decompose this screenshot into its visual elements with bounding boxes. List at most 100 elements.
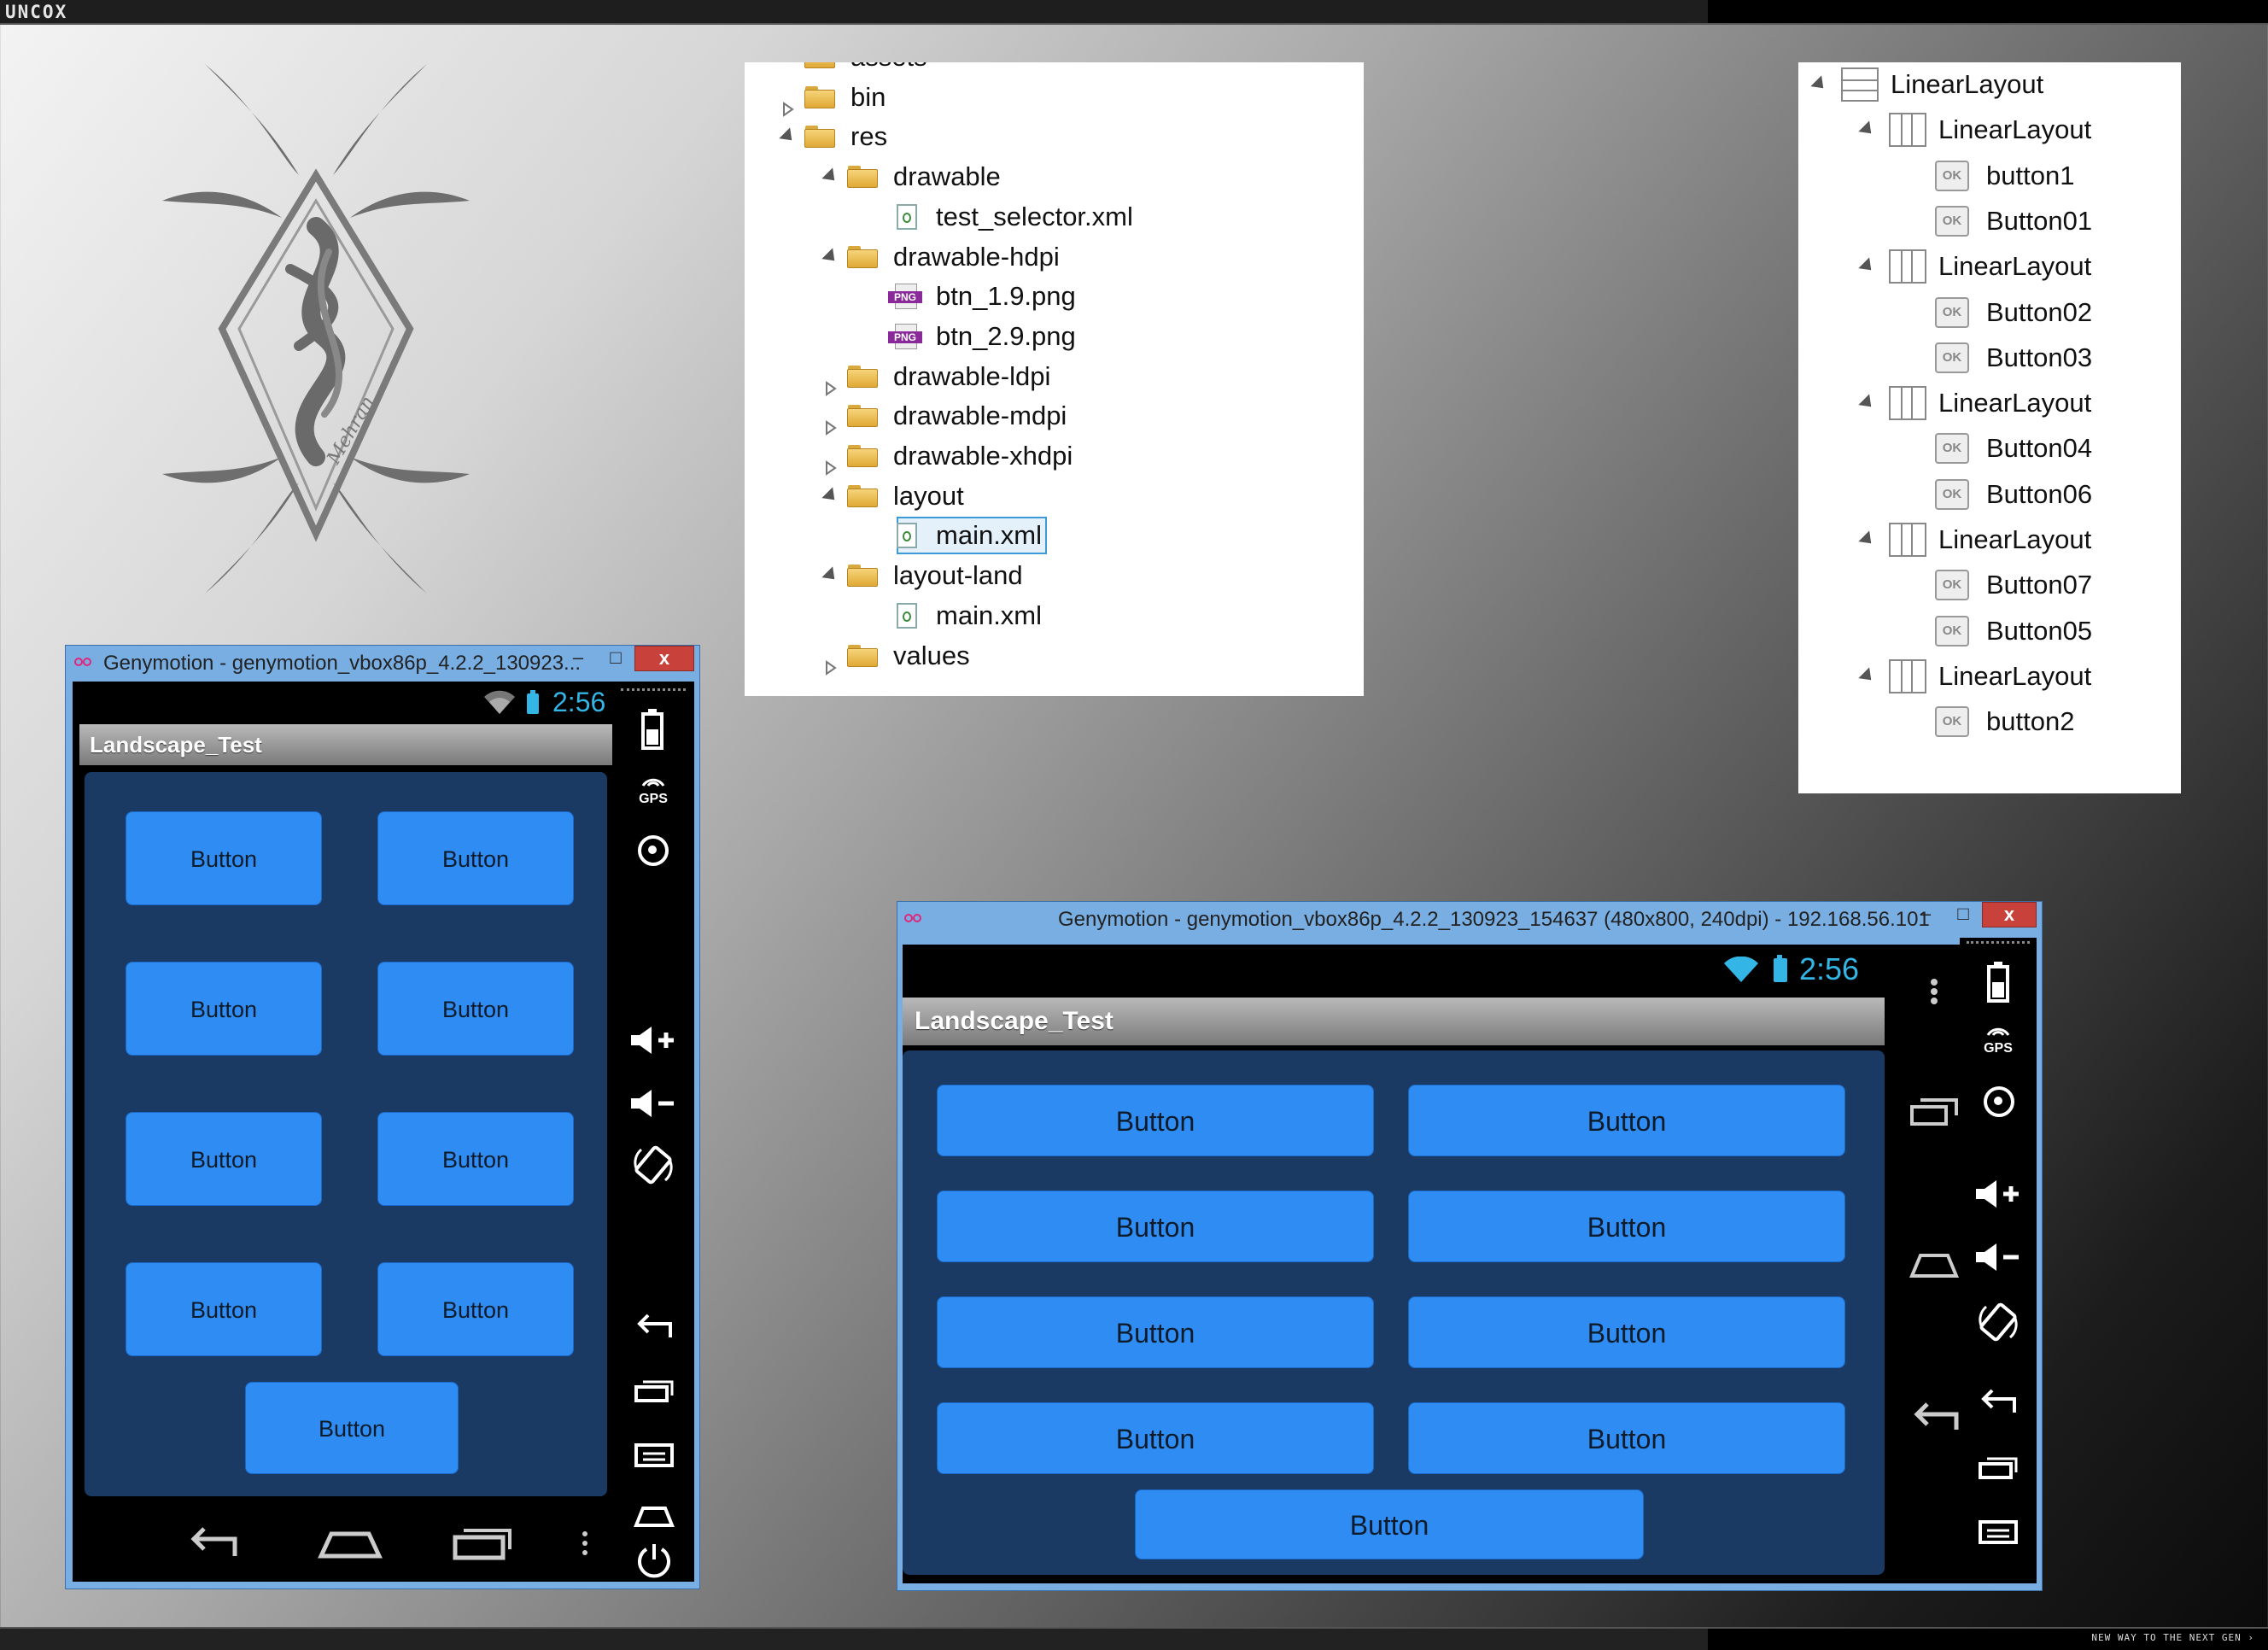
maximize-button[interactable]: □ <box>1944 902 1982 927</box>
layout-button[interactable]: Button <box>1408 1296 1845 1368</box>
volume-down-icon[interactable] <box>1973 1240 2024 1274</box>
expand-open-icon[interactable] <box>1858 120 1877 139</box>
expand-open-icon[interactable] <box>1858 257 1877 276</box>
battery-sidebar-icon[interactable] <box>638 707 667 752</box>
sidebar-back-icon[interactable] <box>633 1310 675 1344</box>
expand-open-icon[interactable] <box>779 127 798 146</box>
project-tree-item[interactable]: assets <box>745 62 1364 76</box>
home-icon[interactable] <box>1909 1243 1960 1286</box>
outline-button-item[interactable]: OK Button04 <box>1798 430 2181 467</box>
device-screen[interactable]: 2:56 Landscape_Test Button Button Button Bu… <box>73 682 612 1582</box>
project-tree-item[interactable]: layout <box>745 477 1364 515</box>
outline-layout-item[interactable]: LinearLayout <box>1798 111 2181 149</box>
close-button[interactable]: x <box>1982 902 2037 927</box>
outline-button-item[interactable]: OK Button07 <box>1798 566 2181 604</box>
layout-button[interactable]: Button <box>377 962 574 1056</box>
outline-button-item[interactable]: OK Button03 <box>1798 339 2181 377</box>
maximize-button[interactable]: □ <box>597 646 634 671</box>
volume-up-icon[interactable] <box>628 1023 679 1057</box>
gps-icon[interactable]: GPS <box>628 774 679 807</box>
sidebar-menu-icon[interactable] <box>633 1438 675 1472</box>
layout-button[interactable]: Button <box>377 1112 574 1206</box>
outline-button-item[interactable]: OK Button02 <box>1798 294 2181 331</box>
layout-button[interactable]: Button <box>126 1112 322 1206</box>
sidebar-menu-icon[interactable] <box>1977 1515 2020 1549</box>
project-tree-item[interactable]: drawable-hdpi <box>745 238 1364 276</box>
expand-open-icon[interactable] <box>821 167 840 186</box>
close-button[interactable]: x <box>634 646 694 671</box>
outline-layout-item[interactable]: LinearLayout <box>1798 658 2181 695</box>
layout-button[interactable]: Button <box>126 811 322 905</box>
back-icon[interactable] <box>1909 1397 1960 1440</box>
layout-button[interactable]: Button <box>1408 1085 1845 1156</box>
outline-layout-item[interactable]: LinearLayout <box>1798 66 2181 103</box>
project-tree-item[interactable]: layout-land <box>745 557 1364 594</box>
layout-button[interactable]: Button <box>126 962 322 1056</box>
expand-open-icon[interactable] <box>821 247 840 266</box>
sidebar-recent-apps-icon[interactable] <box>633 1373 675 1407</box>
expand-open-icon[interactable] <box>1858 394 1877 412</box>
expand-open-icon[interactable] <box>821 487 840 506</box>
recent-apps-icon[interactable] <box>448 1522 517 1565</box>
rotate-icon[interactable] <box>1978 1300 2019 1344</box>
portrait-emulator-window[interactable]: Genymotion - genymotion_vbox86p_4.2.2_13… <box>65 645 700 1589</box>
volume-up-icon[interactable] <box>1973 1177 2024 1211</box>
outline-button-item[interactable]: OK Button05 <box>1798 612 2181 650</box>
camera-icon[interactable] <box>638 835 669 866</box>
outline-button-item[interactable]: OK button1 <box>1798 157 2181 195</box>
expand-open-icon[interactable] <box>1810 75 1829 94</box>
sidebar-home-icon[interactable] <box>633 1501 675 1530</box>
layout-button[interactable]: Button <box>377 1262 574 1356</box>
volume-down-icon[interactable] <box>628 1086 679 1120</box>
outline-button-item[interactable]: OK button2 <box>1798 703 2181 740</box>
project-tree-item[interactable]: test_selector.xml <box>745 198 1364 236</box>
expand-open-icon[interactable] <box>1858 667 1877 686</box>
layout-button[interactable]: Button <box>1408 1402 1845 1474</box>
expand-open-icon[interactable] <box>821 566 840 585</box>
project-tree-item[interactable]: drawable-ldpi <box>745 358 1364 396</box>
outline-button-item[interactable]: OK Button06 <box>1798 476 2181 513</box>
gps-icon[interactable]: GPS <box>1973 1023 2024 1056</box>
overflow-menu-icon[interactable] <box>1926 970 1943 1013</box>
project-tree-item[interactable]: values <box>745 637 1364 676</box>
layout-button[interactable]: Button <box>1135 1489 1644 1559</box>
camera-icon[interactable] <box>1984 1086 2014 1117</box>
project-tree-item[interactable]: bin <box>745 79 1364 117</box>
project-tree-item[interactable]: main.xml <box>745 517 1364 555</box>
minimize-button[interactable]: – <box>559 646 597 671</box>
landscape-emulator-window[interactable]: Genymotion - genymotion_vbox86p_4.2.2_13… <box>897 901 2043 1591</box>
project-tree-item[interactable]: PNG btn_1.9.png <box>745 278 1364 315</box>
overflow-menu-icon[interactable] <box>576 1522 593 1565</box>
layout-button[interactable]: Button <box>937 1191 1374 1262</box>
minimize-button[interactable]: – <box>1907 902 1944 927</box>
outline-tree: LinearLayout LinearLayout OK button1 OK Butto… <box>1798 62 2181 793</box>
outline-layout-item[interactable]: LinearLayout <box>1798 521 2181 559</box>
project-tree-item[interactable]: PNG btn_2.9.png <box>745 318 1364 355</box>
layout-button[interactable]: Button <box>377 811 574 905</box>
layout-button[interactable]: Button <box>937 1085 1374 1156</box>
device-screen[interactable]: 2:56 Landscape_Test Button Button Button Bu… <box>903 945 1909 1583</box>
project-tree-item[interactable]: drawable-mdpi <box>745 397 1364 436</box>
recent-apps-icon[interactable] <box>1909 1090 1960 1132</box>
project-tree-item[interactable]: drawable-xhdpi <box>745 437 1364 476</box>
home-icon[interactable] <box>316 1522 384 1565</box>
layout-button[interactable]: Button <box>937 1402 1374 1474</box>
battery-sidebar-icon[interactable] <box>1984 960 2013 1004</box>
expand-open-icon[interactable] <box>1858 530 1877 549</box>
project-tree-item[interactable]: drawable <box>745 158 1364 196</box>
sidebar-recent-apps-icon[interactable] <box>1977 1450 2020 1484</box>
outline-layout-item[interactable]: LinearLayout <box>1798 248 2181 285</box>
outline-layout-item[interactable]: LinearLayout <box>1798 384 2181 422</box>
outline-button-item[interactable]: OK Button01 <box>1798 202 2181 240</box>
layout-button[interactable]: Button <box>245 1382 459 1474</box>
layout-button[interactable]: Button <box>1408 1191 1845 1262</box>
layout-button[interactable]: Button <box>126 1262 322 1356</box>
window-title-bar[interactable]: Genymotion - genymotion_vbox86p_4.2.2_13… <box>897 902 2042 938</box>
layout-button[interactable]: Button <box>937 1296 1374 1368</box>
sidebar-back-icon[interactable] <box>1977 1385 2020 1419</box>
project-tree-item[interactable]: res <box>745 118 1364 155</box>
back-icon[interactable] <box>184 1522 243 1565</box>
rotate-icon[interactable] <box>633 1143 674 1187</box>
power-icon[interactable] <box>634 1541 674 1580</box>
project-tree-item[interactable]: main.xml <box>745 597 1364 635</box>
